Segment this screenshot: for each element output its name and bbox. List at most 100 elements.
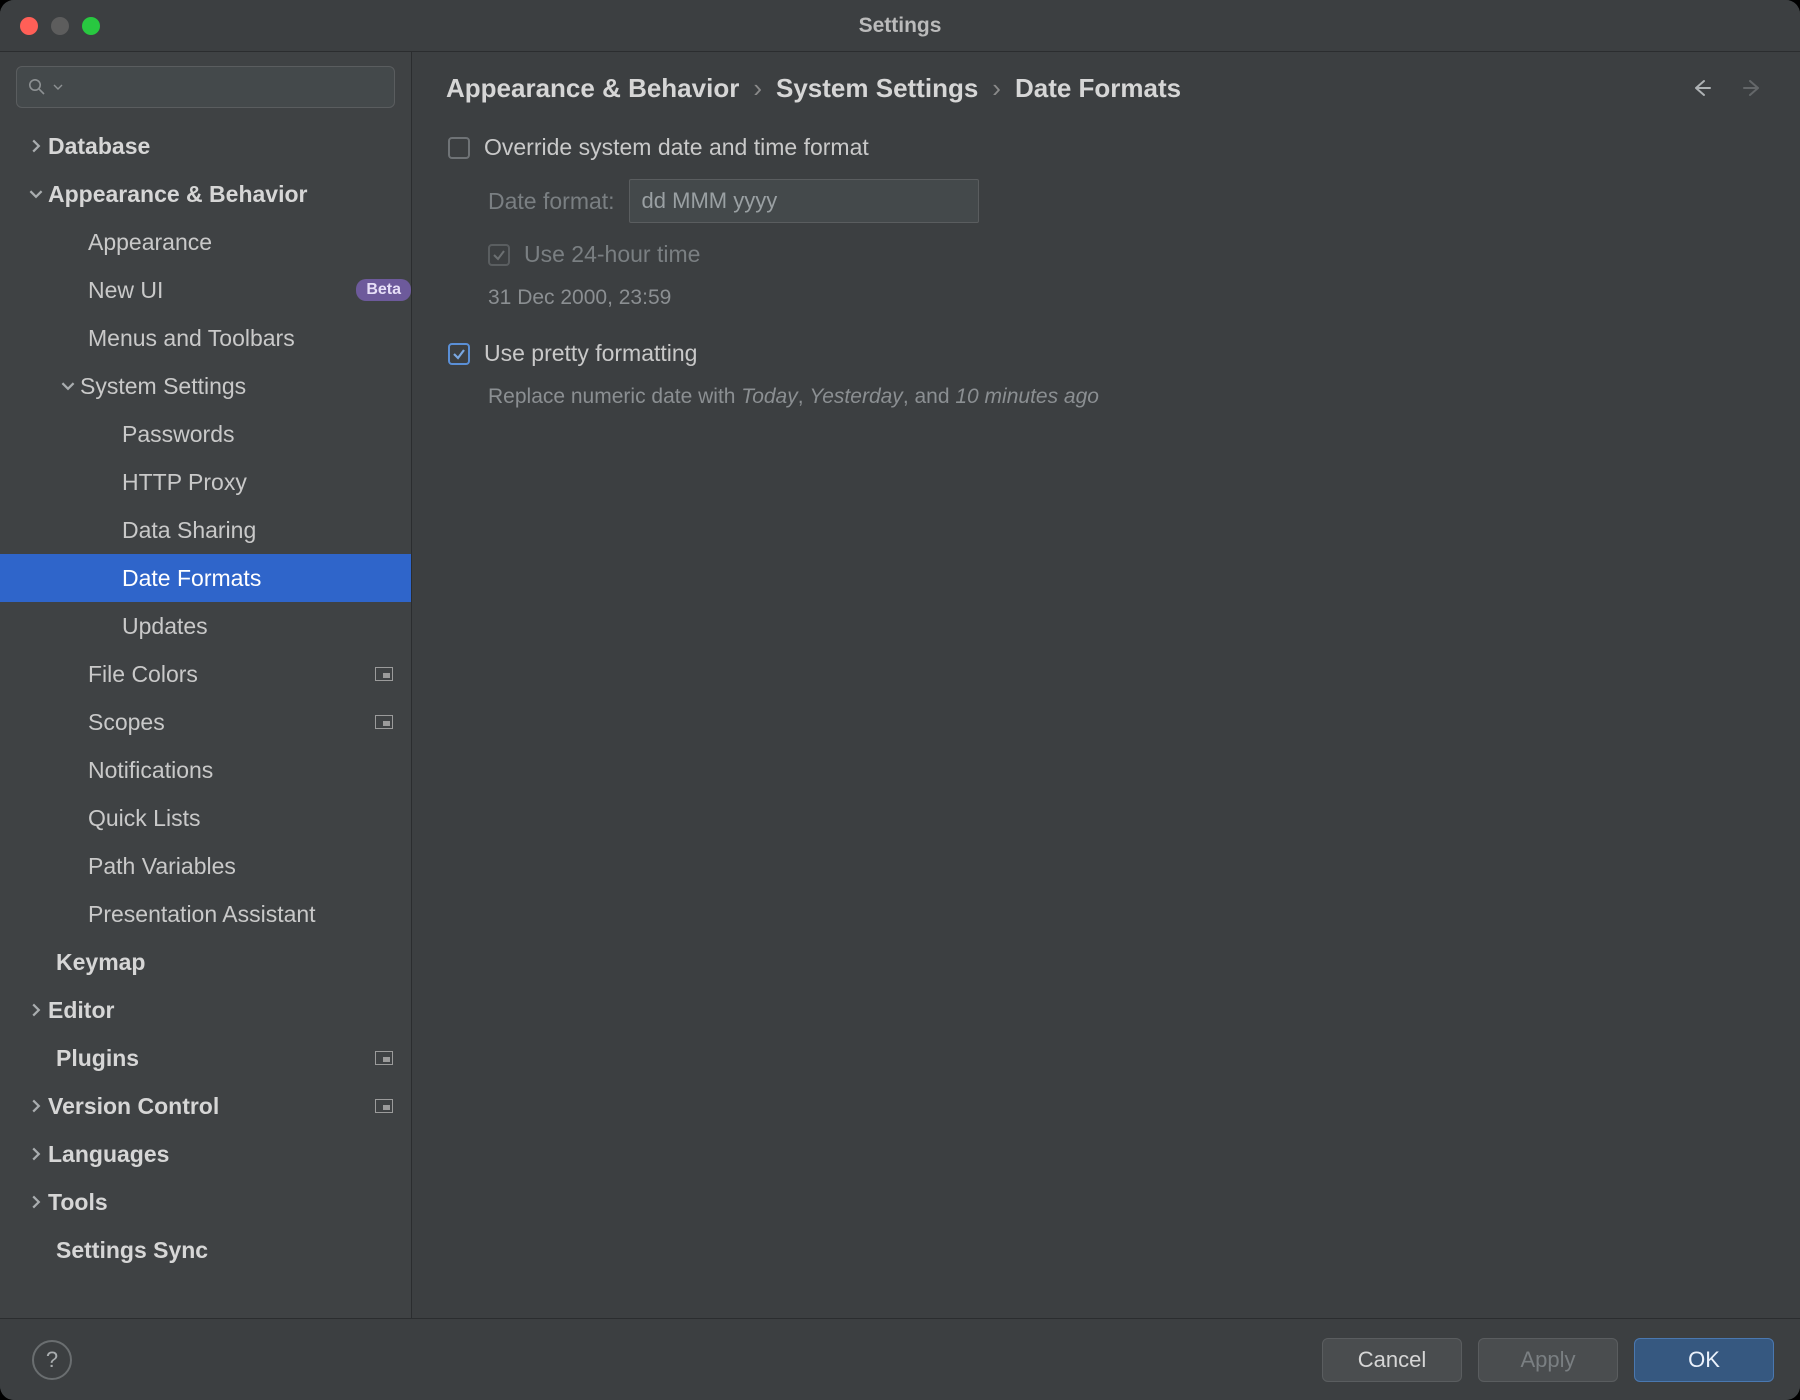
sidebar-item-label: Presentation Assistant xyxy=(88,901,411,928)
sidebar-item-label: Date Formats xyxy=(122,565,411,592)
sidebar-item-languages[interactable]: Languages xyxy=(0,1130,411,1178)
desc-ago: 10 minutes ago xyxy=(955,385,1099,408)
close-icon[interactable] xyxy=(20,17,38,35)
nav-arrows xyxy=(1688,74,1766,102)
sidebar-item-label: File Colors xyxy=(88,661,375,688)
desc-text: , xyxy=(798,385,810,408)
sidebar-item-keymap[interactable]: Keymap xyxy=(0,938,411,986)
sidebar-item-http-proxy[interactable]: HTTP Proxy xyxy=(0,458,411,506)
sidebar-item-new-ui[interactable]: New UI Beta xyxy=(0,266,411,314)
sidebar-item-notifications[interactable]: Notifications xyxy=(0,746,411,794)
chevron-right-icon: › xyxy=(992,73,1001,104)
sidebar-item-label: Database xyxy=(48,133,411,160)
titlebar: Settings xyxy=(0,0,1800,52)
window-controls xyxy=(20,17,100,35)
sidebar-item-label: Scopes xyxy=(88,709,375,736)
sidebar-item-file-colors[interactable]: File Colors xyxy=(0,650,411,698)
sidebar-item-passwords[interactable]: Passwords xyxy=(0,410,411,458)
main-content: Override system date and time format Dat… xyxy=(412,124,1800,1318)
date-format-row: Date format: xyxy=(488,179,1764,223)
apply-button: Apply xyxy=(1478,1338,1618,1382)
maximize-icon[interactable] xyxy=(82,17,100,35)
window-title: Settings xyxy=(0,14,1800,38)
button-label: Cancel xyxy=(1358,1347,1426,1373)
main-header: Appearance & Behavior › System Settings … xyxy=(412,52,1800,124)
sidebar-item-plugins[interactable]: Plugins xyxy=(0,1034,411,1082)
sidebar-item-label: Quick Lists xyxy=(88,805,411,832)
window-body: Database Appearance & Behavior Appearanc… xyxy=(0,52,1800,1318)
use-pretty-row[interactable]: Use pretty formatting xyxy=(448,340,1764,367)
main-panel: Appearance & Behavior › System Settings … xyxy=(412,52,1800,1318)
desc-today: Today xyxy=(741,385,797,408)
help-icon: ? xyxy=(46,1347,58,1373)
desc-text: , and xyxy=(903,385,956,408)
sidebar-item-database[interactable]: Database xyxy=(0,122,411,170)
breadcrumb-part[interactable]: System Settings xyxy=(776,73,978,104)
sidebar-item-updates[interactable]: Updates xyxy=(0,602,411,650)
sidebar-item-label: Appearance & Behavior xyxy=(48,181,411,208)
breadcrumb-part[interactable]: Date Formats xyxy=(1015,73,1181,104)
use-24h-row: Use 24-hour time xyxy=(488,241,1764,268)
sidebar-item-editor[interactable]: Editor xyxy=(0,986,411,1034)
breadcrumb-part[interactable]: Appearance & Behavior xyxy=(446,73,739,104)
date-format-label: Date format: xyxy=(488,188,615,215)
sidebar-item-label: Settings Sync xyxy=(56,1237,411,1264)
sidebar-item-label: Data Sharing xyxy=(122,517,411,544)
desc-yesterday: Yesterday xyxy=(809,385,902,408)
sidebar-item-label: Tools xyxy=(48,1189,411,1216)
sidebar-item-system-settings[interactable]: System Settings xyxy=(0,362,411,410)
override-checkbox[interactable] xyxy=(448,137,470,159)
forward-button xyxy=(1738,74,1766,102)
sidebar-item-version-control[interactable]: Version Control xyxy=(0,1082,411,1130)
sidebar-item-data-sharing[interactable]: Data Sharing xyxy=(0,506,411,554)
minimize-icon[interactable] xyxy=(51,17,69,35)
use-pretty-checkbox[interactable] xyxy=(448,343,470,365)
project-scope-icon xyxy=(375,715,393,729)
sidebar-item-menus-toolbars[interactable]: Menus and Toolbars xyxy=(0,314,411,362)
button-label: Apply xyxy=(1520,1347,1575,1373)
sidebar-item-settings-sync[interactable]: Settings Sync xyxy=(0,1226,411,1274)
chevron-down-icon xyxy=(24,187,48,201)
sidebar-item-appearance[interactable]: Appearance xyxy=(0,218,411,266)
override-system-format-row[interactable]: Override system date and time format xyxy=(448,134,1764,161)
sidebar-item-label: Languages xyxy=(48,1141,411,1168)
search-field[interactable] xyxy=(69,76,384,99)
sidebar-item-label: Version Control xyxy=(48,1093,375,1120)
sidebar-item-scopes[interactable]: Scopes xyxy=(0,698,411,746)
search-icon xyxy=(27,77,47,97)
cancel-button[interactable]: Cancel xyxy=(1322,1338,1462,1382)
sidebar-item-label: System Settings xyxy=(80,373,411,400)
ok-button[interactable]: OK xyxy=(1634,1338,1774,1382)
button-label: OK xyxy=(1688,1347,1720,1373)
chevron-right-icon xyxy=(24,1147,48,1161)
sidebar-item-date-formats[interactable]: Date Formats xyxy=(0,554,411,602)
dialog-footer: ? Cancel Apply OK xyxy=(0,1318,1800,1400)
back-button[interactable] xyxy=(1688,74,1716,102)
project-scope-icon xyxy=(375,1099,393,1113)
sidebar-item-label: New UI xyxy=(88,277,346,304)
beta-badge: Beta xyxy=(356,279,411,301)
date-format-input xyxy=(629,179,979,223)
chevron-right-icon xyxy=(24,1099,48,1113)
settings-window: Settings Database xyxy=(0,0,1800,1400)
chevron-right-icon xyxy=(24,1003,48,1017)
sidebar-item-tools[interactable]: Tools xyxy=(0,1178,411,1226)
sidebar-item-label: Plugins xyxy=(56,1045,375,1072)
chevron-down-icon xyxy=(53,82,63,92)
chevron-right-icon xyxy=(24,139,48,153)
sidebar-item-label: Editor xyxy=(48,997,411,1024)
sidebar-item-appearance-behavior[interactable]: Appearance & Behavior xyxy=(0,170,411,218)
desc-text: Replace numeric date with xyxy=(488,385,741,408)
sidebar-item-path-variables[interactable]: Path Variables xyxy=(0,842,411,890)
sidebar-item-label: Menus and Toolbars xyxy=(88,325,411,352)
use-24h-checkbox xyxy=(488,244,510,266)
search-input[interactable] xyxy=(16,66,395,108)
sidebar-item-label: HTTP Proxy xyxy=(122,469,411,496)
use-pretty-label: Use pretty formatting xyxy=(484,340,697,367)
help-button[interactable]: ? xyxy=(32,1340,72,1380)
settings-tree: Database Appearance & Behavior Appearanc… xyxy=(0,122,411,1318)
sidebar-item-label: Keymap xyxy=(56,949,411,976)
project-scope-icon xyxy=(375,667,393,681)
sidebar-item-quick-lists[interactable]: Quick Lists xyxy=(0,794,411,842)
sidebar-item-presentation-assistant[interactable]: Presentation Assistant xyxy=(0,890,411,938)
